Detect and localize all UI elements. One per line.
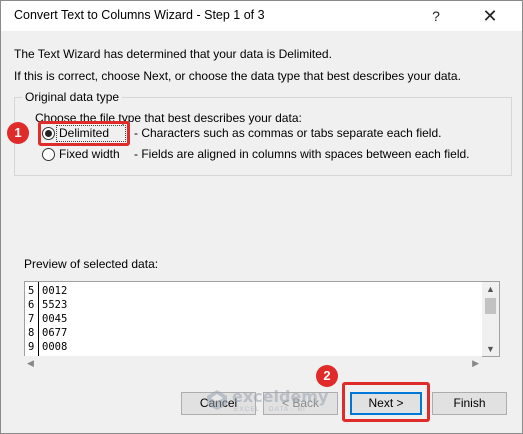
row-number: 9 bbox=[28, 341, 35, 353]
fixed-width-description: - Fields are aligned in columns with spa… bbox=[134, 147, 470, 161]
scroll-down-icon[interactable]: ▼ bbox=[482, 342, 499, 356]
title-bar: Convert Text to Columns Wizard - Step 1 … bbox=[1, 1, 522, 31]
preview-label: Preview of selected data: bbox=[24, 257, 159, 271]
logo-icon bbox=[207, 390, 227, 410]
preview-area[interactable]: 5 0012 6 5523 7 0045 8 0677 9 0008 bbox=[24, 281, 500, 357]
intro-line-1: The Text Wizard has determined that your… bbox=[14, 47, 332, 61]
scroll-left-icon[interactable]: ◀ bbox=[27, 356, 34, 370]
text-to-columns-dialog: Convert Text to Columns Wizard - Step 1 … bbox=[0, 0, 523, 434]
row-number: 5 bbox=[28, 285, 35, 297]
close-button[interactable]: ✕ bbox=[473, 5, 507, 27]
row-value: 0012 bbox=[42, 285, 68, 297]
watermark-name: exceldemy bbox=[232, 387, 329, 406]
step-badge-2: 2 bbox=[316, 365, 338, 387]
row-number: 8 bbox=[28, 327, 35, 339]
scroll-right-icon[interactable]: ▶ bbox=[472, 356, 479, 370]
row-value: 0677 bbox=[42, 327, 68, 339]
row-value: 5523 bbox=[42, 299, 68, 311]
highlight-delimited bbox=[38, 121, 130, 146]
window-title: Convert Text to Columns Wizard - Step 1 … bbox=[14, 8, 265, 22]
fixed-width-label[interactable]: Fixed width bbox=[59, 147, 120, 161]
watermark-tagline: EXCEL · DATA · BI bbox=[234, 406, 306, 413]
scroll-thumb[interactable] bbox=[485, 298, 496, 314]
row-number: 7 bbox=[28, 313, 35, 325]
vertical-scrollbar[interactable]: ▲ ▼ bbox=[482, 282, 499, 356]
row-value: 0045 bbox=[42, 313, 68, 325]
scroll-up-icon[interactable]: ▲ bbox=[482, 282, 499, 296]
step-badge-1: 1 bbox=[7, 122, 29, 144]
horizontal-scrollbar[interactable]: ◀ ▶ bbox=[24, 356, 482, 370]
row-number: 6 bbox=[28, 299, 35, 311]
finish-button[interactable]: Finish bbox=[432, 392, 507, 415]
delimited-description: - Characters such as commas or tabs sepa… bbox=[134, 126, 442, 140]
group-label: Original data type bbox=[22, 90, 123, 104]
help-button[interactable]: ? bbox=[421, 5, 451, 27]
intro-line-2: If this is correct, choose Next, or choo… bbox=[14, 69, 461, 83]
highlight-next bbox=[342, 382, 430, 422]
row-value: 0008 bbox=[42, 341, 68, 353]
watermark-logo: exceldemy EXCEL · DATA · BI bbox=[206, 385, 336, 417]
fixed-width-radio[interactable] bbox=[42, 148, 55, 161]
